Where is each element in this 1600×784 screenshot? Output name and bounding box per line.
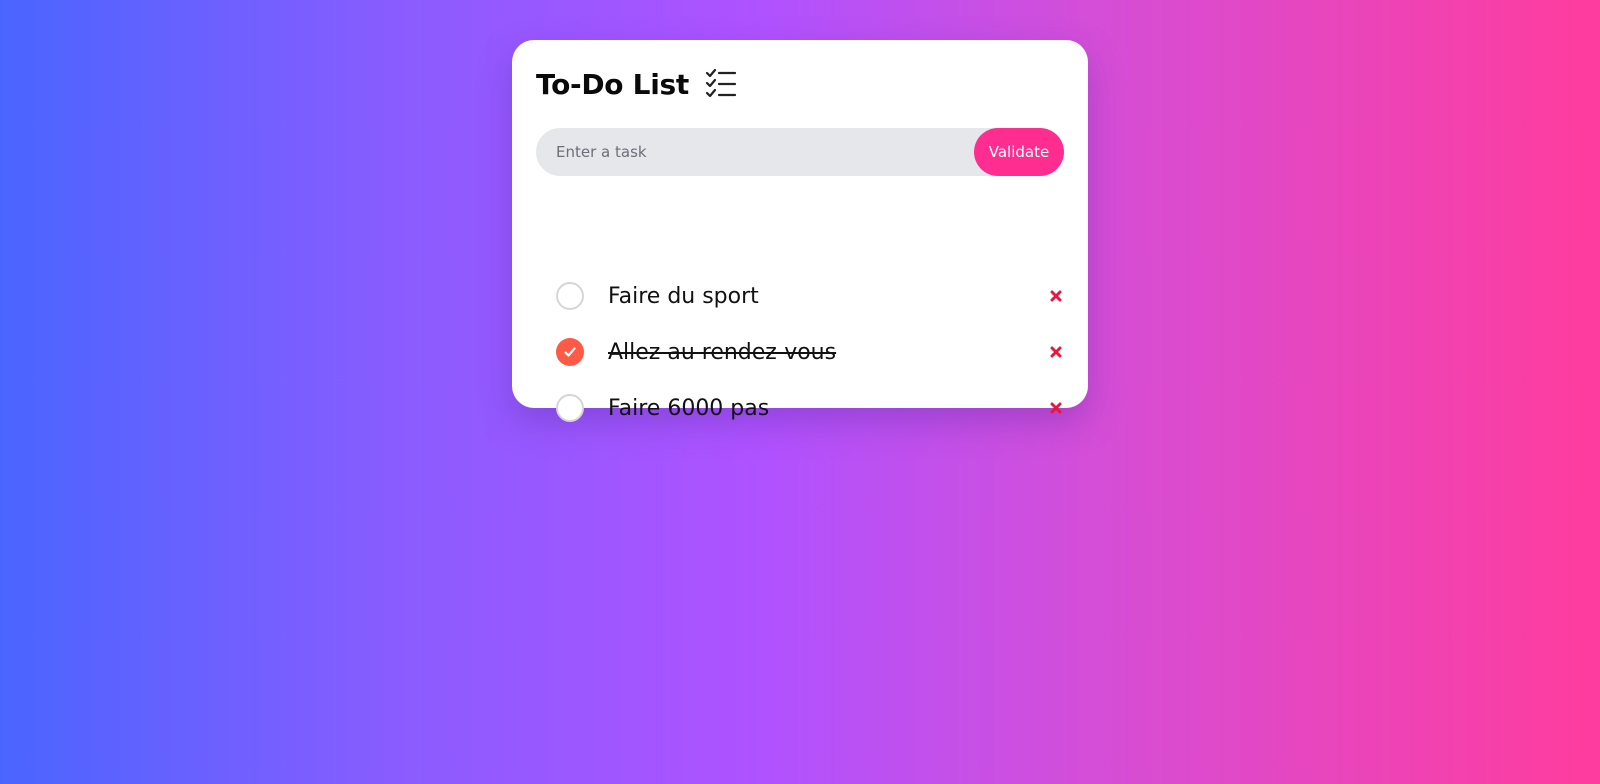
task-item: Faire du sport <box>536 268 1064 324</box>
checklist-icon <box>705 68 737 100</box>
task-input[interactable] <box>536 128 956 176</box>
task-input-row: Validate <box>536 128 1064 176</box>
close-icon[interactable] <box>1048 400 1064 416</box>
task-checkbox[interactable] <box>556 394 584 422</box>
check-icon <box>564 347 576 357</box>
task-item: Faire 6000 pas <box>536 380 1064 436</box>
validate-button[interactable]: Validate <box>974 128 1064 176</box>
close-icon[interactable] <box>1048 344 1064 360</box>
task-label: Faire du sport <box>608 283 759 309</box>
task-list: Faire du sport Allez au rendez-vous Fair… <box>536 268 1064 436</box>
task-label: Faire 6000 pas <box>608 395 770 421</box>
app-title: To-Do List <box>536 67 689 101</box>
todo-card: To-Do List Validate Faire du sport <box>512 40 1088 422</box>
task-item: Allez au rendez-vous <box>536 324 1064 380</box>
task-checkbox[interactable] <box>556 338 584 366</box>
task-label: Allez au rendez-vous <box>608 339 837 365</box>
header: To-Do List <box>536 64 737 104</box>
task-checkbox[interactable] <box>556 282 584 310</box>
close-icon[interactable] <box>1048 288 1064 304</box>
